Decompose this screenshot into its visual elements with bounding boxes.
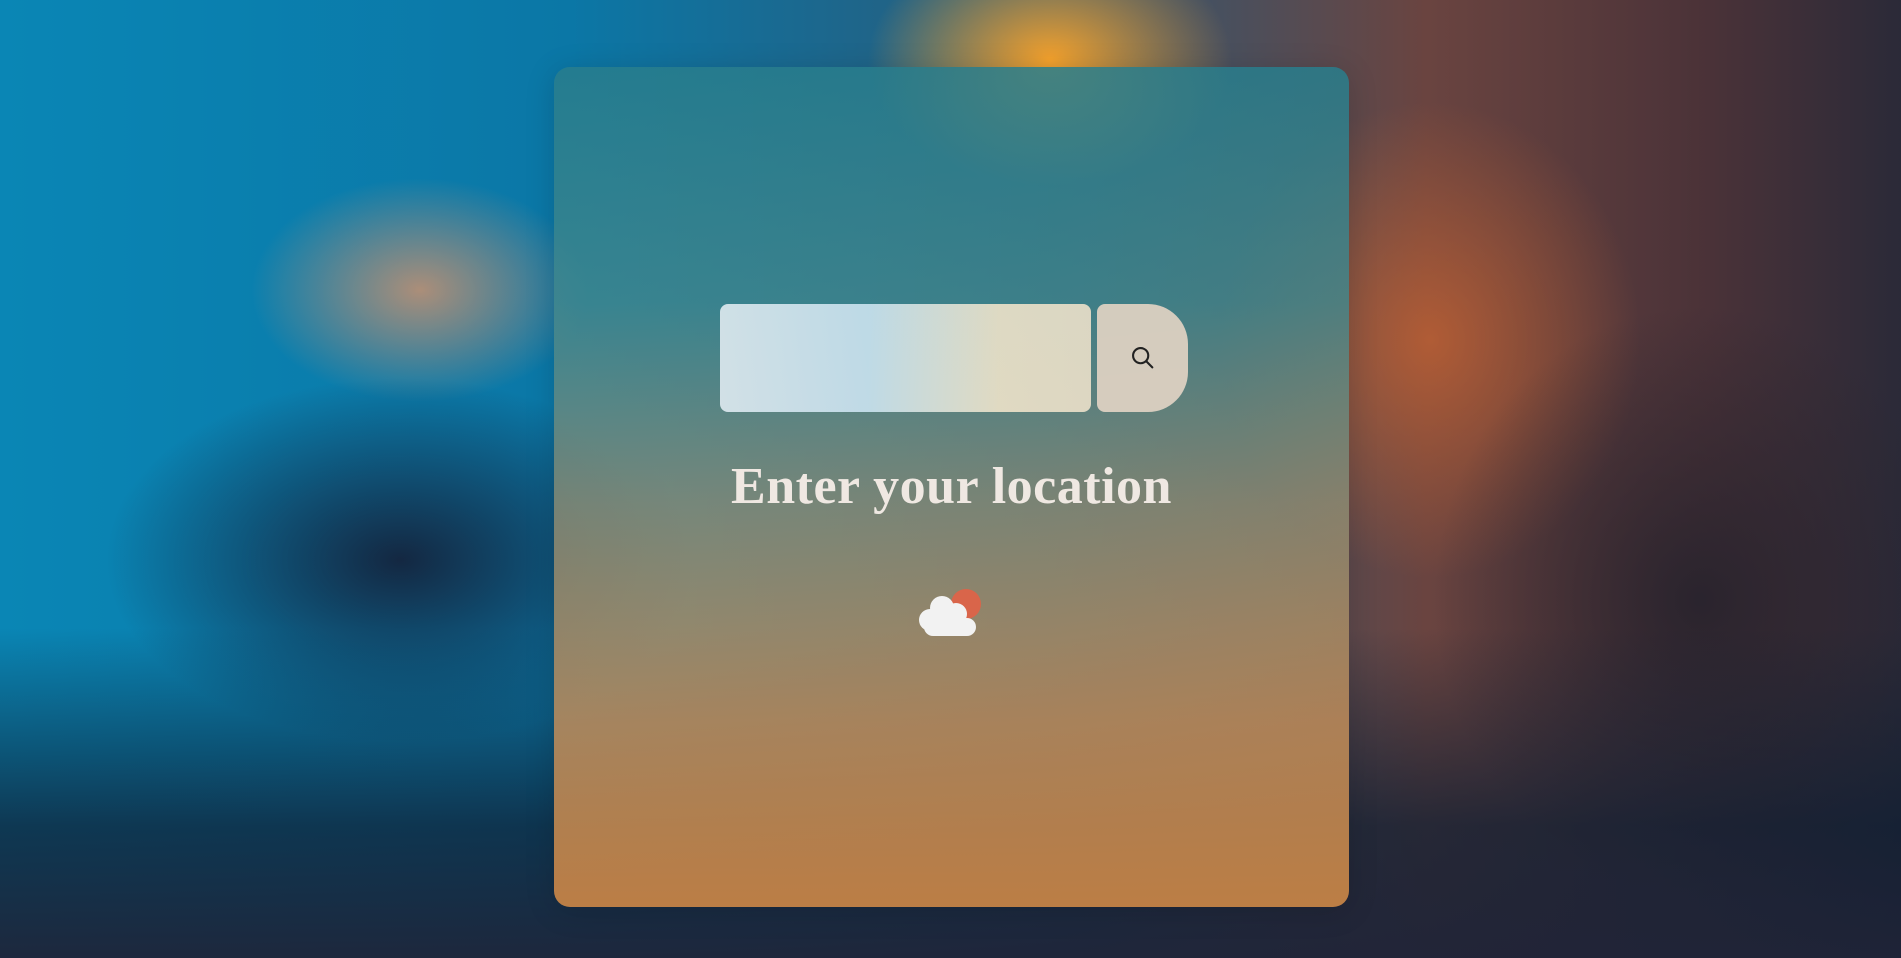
partly-cloudy-icon <box>919 589 981 636</box>
search-bar <box>720 304 1188 412</box>
location-search-input[interactable] <box>720 304 1091 412</box>
search-icon <box>1131 347 1153 369</box>
search-button[interactable] <box>1097 304 1188 412</box>
page-title: Enter your location <box>731 458 1172 515</box>
weather-card: Enter your location <box>554 67 1349 907</box>
